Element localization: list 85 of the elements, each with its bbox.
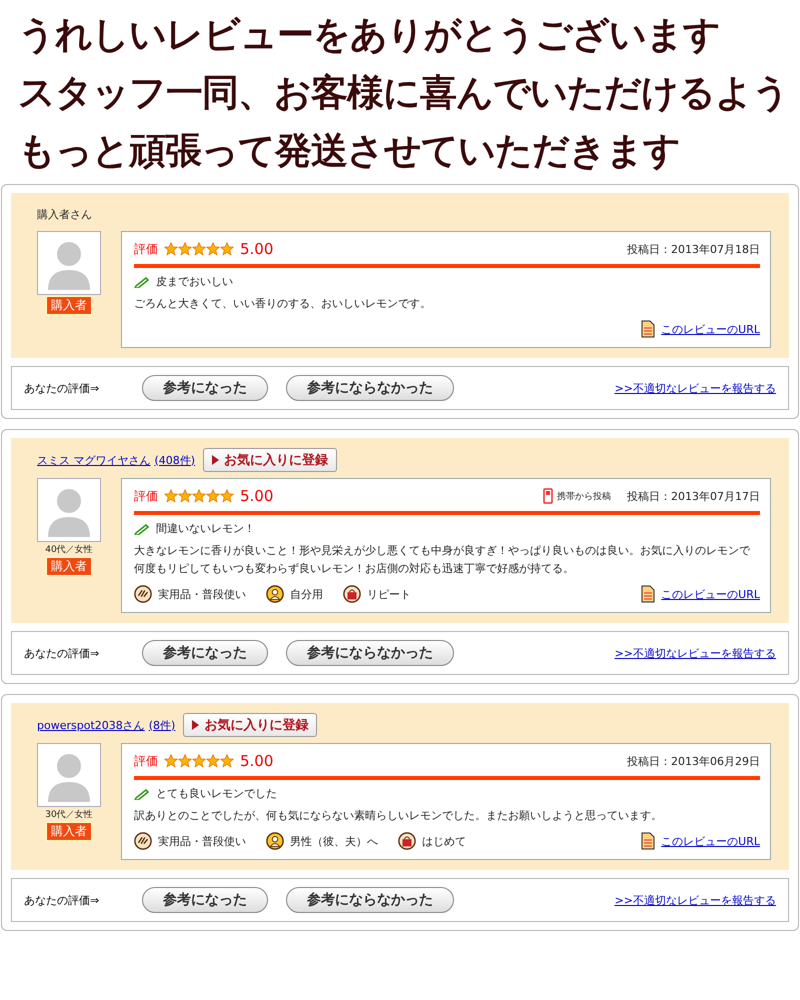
star-icon xyxy=(164,242,178,256)
document-icon xyxy=(641,585,656,603)
headline: もっと頑張って発送させていただきます xyxy=(18,128,681,174)
tag-label: はじめて xyxy=(422,834,466,848)
hand-icon xyxy=(134,585,152,603)
purchaser-badge: 購入者 xyxy=(46,557,92,576)
star-icon xyxy=(178,242,192,256)
report-link[interactable]: >>不適切なレビューを報告する xyxy=(614,646,776,660)
headline: スタッフ一同、お客様に喜んでいただけるよう xyxy=(18,70,790,116)
document-icon xyxy=(641,320,656,338)
star-icon xyxy=(220,489,234,503)
favorite-button[interactable]: お気に入りに登録 xyxy=(183,713,318,737)
tag-label: 実用品・普段使い xyxy=(158,834,246,848)
report-link[interactable]: >>不適切なレビューを報告する xyxy=(614,892,776,908)
review-text: ごろんと大きくて、いい香りのする、おいしいレモンです。 xyxy=(134,296,432,312)
phone-icon xyxy=(543,488,553,504)
post-date: 投稿日：2013年06月29日 xyxy=(627,754,760,768)
star-icon xyxy=(192,489,206,503)
star-icon xyxy=(220,242,234,256)
person-icon xyxy=(266,832,284,850)
feedback-label: あなたの評価⇒ xyxy=(24,380,100,396)
rating-label: 評価 xyxy=(134,240,158,258)
rating-score: 5.00 xyxy=(240,752,274,770)
star-icon xyxy=(206,242,220,256)
feedback-button[interactable]: 参考になった xyxy=(142,640,268,666)
star-icon xyxy=(206,489,220,503)
star-icon xyxy=(220,754,234,768)
review-title: 間違いないレモン！ xyxy=(156,521,255,536)
purchaser-badge: 購入者 xyxy=(46,822,92,841)
report-link[interactable]: >>不適切なレビューを報告する xyxy=(614,380,776,396)
star-icon xyxy=(164,489,178,503)
post-date: 投稿日：2013年07月18日 xyxy=(627,242,760,256)
avatar-icon xyxy=(37,231,101,295)
feedback-button[interactable]: 参考になった xyxy=(142,375,268,401)
document-icon xyxy=(641,832,656,850)
tag-label: 自分用 xyxy=(290,586,323,602)
mobile-label: 携帯から投稿 xyxy=(557,490,611,502)
feedback-label: あなたの評価⇒ xyxy=(24,892,100,908)
star-icon xyxy=(178,754,192,768)
star-icon xyxy=(192,242,206,256)
tag-label: 男性（彼、夫）へ xyxy=(290,834,378,848)
review-count-link[interactable]: (8件) xyxy=(148,718,176,732)
reviewer-link[interactable]: スミス マグワイヤさん xyxy=(37,452,150,468)
basket-icon xyxy=(343,585,361,603)
demographic: 40代／女性 xyxy=(45,544,93,556)
reviewer-name: 購入者さん xyxy=(37,206,92,222)
post-date: 投稿日：2013年07月17日 xyxy=(627,488,760,504)
feedback-label: あなたの評価⇒ xyxy=(24,646,100,660)
hand-icon xyxy=(134,832,152,850)
review-count-link[interactable]: (408件) xyxy=(154,452,196,468)
rating-label: 評価 xyxy=(134,752,158,770)
review-title: とても良いレモンでした xyxy=(156,786,277,801)
review-url-link[interactable]: このレビューのURL xyxy=(661,586,760,602)
pencil-icon xyxy=(134,522,150,534)
review-url-link[interactable]: このレビューのURL xyxy=(661,322,760,336)
person-icon xyxy=(266,585,284,603)
triangle-icon xyxy=(212,455,220,465)
favorite-button[interactable]: お気に入りに登録 xyxy=(203,448,338,472)
review-title: 皮までおいしい xyxy=(156,274,233,289)
purchaser-badge: 購入者 xyxy=(46,296,92,315)
rating-score: 5.00 xyxy=(240,240,274,258)
rating-label: 評価 xyxy=(134,488,158,504)
demographic: 30代／女性 xyxy=(45,808,93,821)
feedback-button[interactable]: 参考にならなかった xyxy=(286,375,454,401)
star-icon xyxy=(164,754,178,768)
review-text: 大きなレモンに香りが良いこと！形や見栄えが少し悪くても中身が良すぎ！やっぱり良いものは良い。お気に入りのレモンで何度もリピしてもいつも変わらず良いレモン！お店側の対応も迅速丁寧で好感が持てる。 xyxy=(134,543,752,577)
pencil-icon xyxy=(134,276,150,288)
rating-score: 5.00 xyxy=(240,487,274,505)
tag-label: 実用品・普段使い xyxy=(158,586,246,602)
headline: うれしいレビューをありがとうございます xyxy=(18,12,721,58)
reviewer-link[interactable]: powerspot2038さん xyxy=(37,718,145,732)
feedback-button[interactable]: 参考にならなかった xyxy=(286,640,454,666)
triangle-icon xyxy=(192,720,200,730)
avatar-icon xyxy=(37,478,101,542)
tag-label: リピート xyxy=(367,586,411,602)
review-url-link[interactable]: このレビューのURL xyxy=(661,834,760,848)
feedback-button[interactable]: 参考になった xyxy=(142,887,268,913)
avatar-icon xyxy=(37,743,101,807)
feedback-button[interactable]: 参考にならなかった xyxy=(286,887,454,913)
pencil-icon xyxy=(134,788,150,800)
star-icon xyxy=(206,754,220,768)
review-text: 訳ありとのことでしたが、何も気にならない素晴らしいレモンでした。またお願いしようと思っています。 xyxy=(134,808,663,824)
star-icon xyxy=(178,489,192,503)
basket-icon xyxy=(398,832,416,850)
star-icon xyxy=(192,754,206,768)
